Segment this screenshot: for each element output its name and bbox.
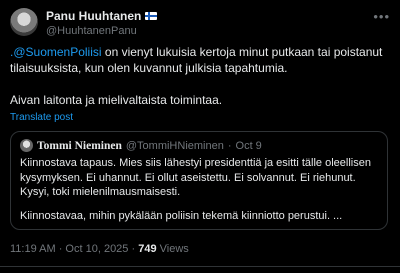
- quote-text: Kiinnostava tapaus. Mies siis lähestyi p…: [20, 156, 380, 223]
- tweet-text: .@SuomenPoliisi on vienyt lukuisia kerto…: [10, 44, 392, 108]
- quote-author-name: Tommi Nieminen: [37, 139, 122, 152]
- author-handle[interactable]: @HuuhtanenPanu: [46, 25, 137, 37]
- author-name-row: Panu Huuhtanen: [46, 9, 158, 23]
- quote-header: Tommi Nieminen @TommiHNieminen · Oct 9: [20, 139, 262, 152]
- author-name[interactable]: Panu Huuhtanen: [46, 9, 141, 23]
- quoted-tweet[interactable]: Tommi Nieminen @TommiHNieminen · Oct 9 K…: [10, 131, 388, 230]
- tweet-meta: 11:19 AM · Oct 10, 2025 · 749 Views: [10, 243, 189, 255]
- translate-post-link[interactable]: Translate post: [10, 112, 73, 123]
- tweet-text-line-2: Aivan laitonta ja mielivaltaista toimint…: [10, 93, 223, 107]
- author-avatar[interactable]: [10, 8, 38, 36]
- timestamp[interactable]: 11:19 AM · Oct 10, 2025 ·: [10, 243, 138, 255]
- more-options-icon[interactable]: •••: [373, 9, 390, 24]
- mention-link[interactable]: .@SuomenPoliisi: [10, 45, 102, 59]
- quote-date: Oct 9: [235, 139, 262, 152]
- finnish-flag-icon: [145, 12, 158, 20]
- quote-text-para-2: Kiinnostavaa, mihin pykälään poliisin te…: [20, 209, 343, 222]
- quote-separator: ·: [227, 139, 232, 152]
- divider: [0, 266, 400, 267]
- quote-text-para-1: Kiinnostava tapaus. Mies siis lähestyi p…: [20, 157, 371, 198]
- tweet-card: Panu Huuhtanen @HuuhtanenPanu ••• .@Suom…: [0, 0, 400, 273]
- quote-author-avatar: [20, 139, 33, 152]
- views-label: Views: [156, 243, 189, 255]
- views-count: 749: [138, 243, 157, 255]
- quote-author-handle: @TommiHNieminen: [125, 139, 224, 152]
